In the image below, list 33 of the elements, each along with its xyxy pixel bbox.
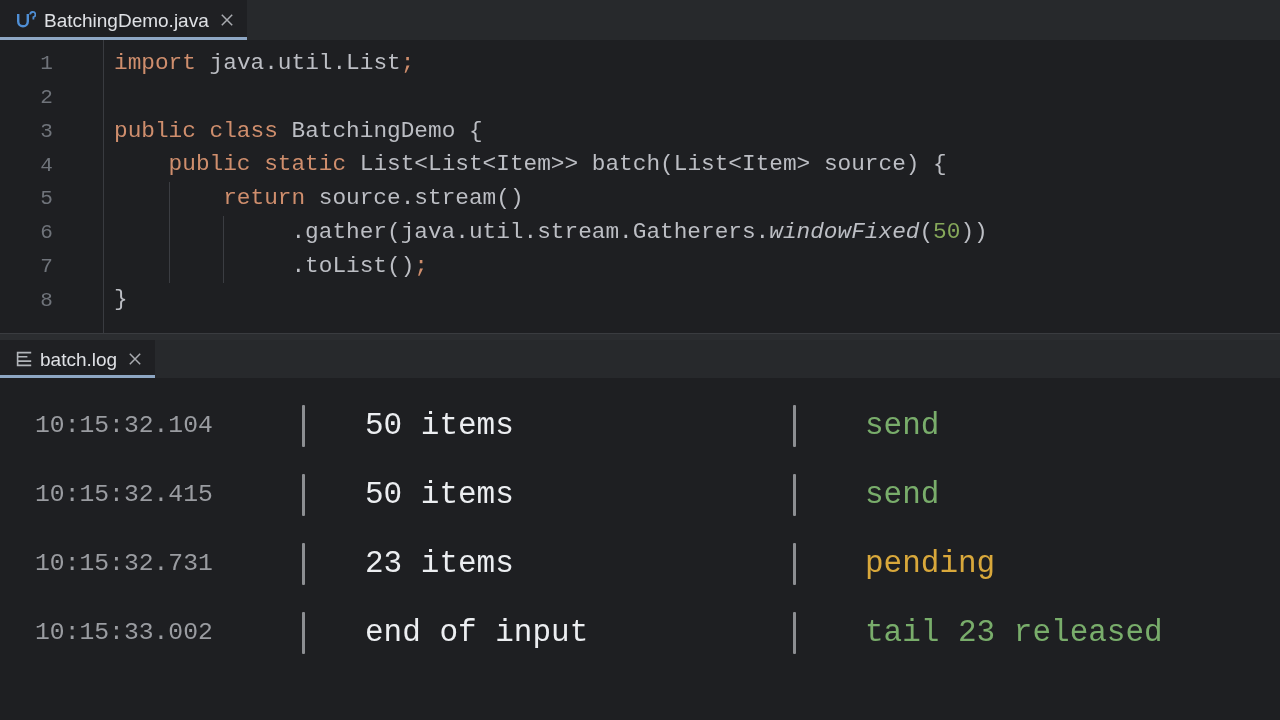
close-icon[interactable] — [129, 353, 142, 365]
log-message: 50 items — [365, 476, 514, 512]
code-line: import java.util.List; — [114, 50, 415, 78]
log-message: 23 items — [365, 545, 514, 581]
code-line: .gather(java.util.stream.Gatherers.windowFixed(50)) — [291, 218, 988, 247]
log-message: 50 items — [365, 407, 514, 443]
code-line: public static List<List<Item>> batch(List<Item> source) { — [168, 151, 947, 179]
line-number: 1 — [40, 52, 53, 76]
log-message: end of input — [365, 614, 589, 650]
log-timestamp: 10:15:32.104 — [35, 410, 213, 439]
close-icon[interactable] — [220, 14, 233, 26]
line-number: 7 — [40, 254, 53, 278]
line-number: 8 — [40, 288, 53, 312]
code-line: return source.stream() — [223, 185, 524, 213]
code-line: .toList(); — [291, 252, 428, 280]
line-number: 3 — [40, 119, 53, 143]
log-status: tail 23 released — [865, 614, 1163, 650]
code-line: } — [114, 286, 128, 314]
log-status: send — [865, 476, 940, 512]
file-tab[interactable]: BatchingDemo.java — [0, 0, 247, 40]
line-number: 2 — [40, 86, 53, 110]
log-timestamp: 10:15:32.731 — [35, 548, 213, 577]
log-timestamp: 10:15:32.415 — [35, 479, 213, 508]
line-number: 4 — [40, 153, 53, 177]
text-lines-icon — [16, 351, 32, 367]
code-line: public class BatchingDemo { — [114, 117, 483, 145]
log-status: pending — [865, 545, 996, 581]
log-timestamp: 10:15:33.002 — [35, 617, 213, 646]
log-status: send — [865, 407, 940, 443]
file-tab[interactable]: batch.log — [0, 340, 156, 378]
line-number: 5 — [40, 187, 53, 211]
file-type-icon — [16, 11, 36, 29]
line-number: 6 — [40, 221, 53, 245]
